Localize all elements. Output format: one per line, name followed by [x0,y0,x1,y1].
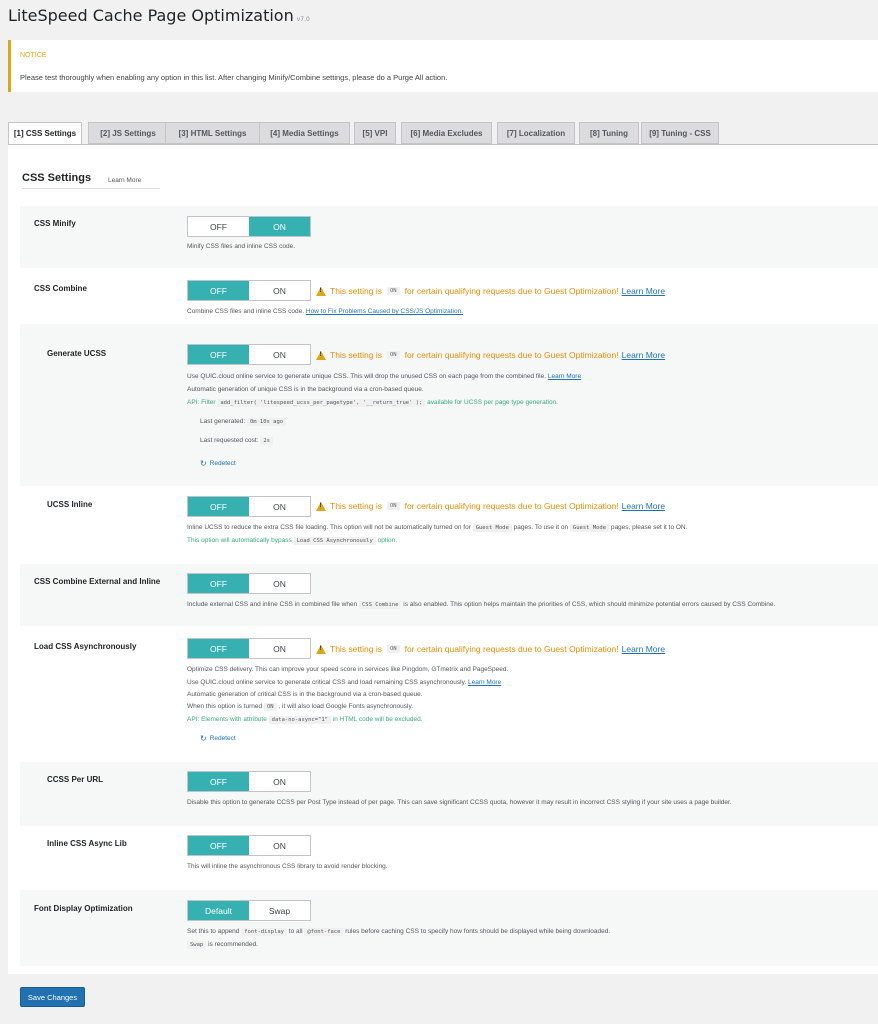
notice-box: NOTICE Please test thoroughly when enabl… [8,40,878,92]
load-css-async-desc-1: Optimize CSS delivery. This can improve … [187,666,509,673]
ucss-inline-learn-more[interactable]: Learn More [622,501,665,511]
generate-ucss-learn-more-link[interactable]: Learn More [548,373,581,380]
css-combine-ext-off[interactable]: OFF [188,574,249,593]
css-combine-warning: This setting isONfor certain qualifying … [316,286,665,296]
ccss-redetect-button[interactable]: ↻ Redetect [200,734,236,743]
generate-ucss-on[interactable]: ON [249,345,310,364]
page-title: LiteSpeed Cache Page Optimization v7.0 [8,6,310,25]
tab-tuning-css[interactable]: [9] Tuning - CSS [641,122,719,144]
tab-css-settings[interactable]: [1] CSS Settings [8,122,82,145]
css-minify-label: CSS Minify [34,219,76,228]
load-css-async-warning: This setting isONfor certain qualifying … [316,644,665,654]
warning-icon [316,644,326,654]
css-combine-desc: Combine CSS files and inline CSS code. H… [187,308,464,315]
section-underline [22,188,160,189]
css-combine-off[interactable]: OFF [188,281,249,300]
tab-localization[interactable]: [7] Localization [497,122,575,144]
load-css-async-off[interactable]: OFF [188,639,249,658]
css-minify-toggle[interactable]: OFF ON [187,216,311,237]
section-learn-more-link[interactable]: Learn More [108,177,141,184]
css-combine-ext-desc: Include external CSS and inline CSS in c… [187,601,776,609]
tab-media-settings[interactable]: [4] Media Settings [259,122,350,144]
generate-ucss-api: API: Filter add_filter( 'litespeed_ucss_… [187,399,558,407]
generate-ucss-desc-2: Automatic generation of unique CSS is in… [187,386,424,393]
ucss-inline-on[interactable]: ON [249,497,310,516]
inline-css-async-off[interactable]: OFF [188,836,249,855]
load-css-async-desc-4: When this option is turned ON , it will … [187,703,414,711]
ucss-inline-toggle[interactable]: OFF ON [187,496,311,517]
css-combine-ext-on[interactable]: ON [249,574,310,593]
save-changes-button[interactable]: Save Changes [20,987,85,1007]
tab-tuning[interactable]: [8] Tuning [579,122,639,144]
ucss-redetect-button[interactable]: ↻ Redetect [200,459,236,468]
css-combine-toggle[interactable]: OFF ON [187,280,311,301]
load-css-async-toggle[interactable]: OFF ON [187,638,311,659]
css-combine-label: CSS Combine [34,284,87,293]
inline-css-async-label: Inline CSS Async Lib [47,839,127,848]
load-css-async-learn-more[interactable]: Learn More [622,644,665,654]
ucss-inline-desc-1: Inline UCSS to reduce the extra CSS file… [187,524,688,532]
inline-css-async-desc: This will inline the asynchronous CSS li… [187,863,388,870]
refresh-icon: ↻ [200,734,207,743]
generate-ucss-desc-1: Use QUIC.cloud online service to generat… [187,373,582,380]
ccss-per-url-toggle[interactable]: OFF ON [187,771,311,792]
ucss-inline-off[interactable]: OFF [188,497,249,516]
css-combine-fix-link[interactable]: How to Fix Problems Caused by CSS/JS Opt… [306,308,463,315]
css-minify-off[interactable]: OFF [188,217,249,236]
row-css-minify [20,206,878,268]
tab-html-settings[interactable]: [3] HTML Settings [165,122,260,144]
refresh-icon: ↻ [200,459,207,468]
tab-js-settings[interactable]: [2] JS Settings [88,122,168,144]
row-css-combine-ext [20,564,878,626]
font-display-desc-2: Swap is recommended. [187,941,258,949]
tab-media-excludes[interactable]: [6] Media Excludes [401,122,492,144]
css-minify-desc: Minify CSS files and inline CSS code. [187,243,296,250]
load-css-async-api: API: Elements with attribute data-no-asy… [187,716,423,724]
ccss-per-url-label: CCSS Per URL [47,775,104,784]
notice-title: NOTICE [20,52,47,59]
ucss-inline-desc-2: This option will automatically bypass Lo… [187,537,398,545]
generate-ucss-warning: This setting isONfor certain qualifying … [316,350,665,360]
generate-ucss-learn-more[interactable]: Learn More [622,350,665,360]
ucss-last-cost: Last requested cost: 2s [200,437,273,445]
warning-icon [316,501,326,511]
ucss-last-generated: Last generated: 0m 10s ago [200,418,287,426]
version-label: v7.0 [296,16,310,23]
ucss-inline-warning: This setting isONfor certain qualifying … [316,501,665,511]
css-combine-on[interactable]: ON [249,281,310,300]
generate-ucss-off[interactable]: OFF [188,345,249,364]
generate-ucss-label: Generate UCSS [47,349,107,358]
css-minify-on[interactable]: ON [249,217,310,236]
load-css-async-desc-3: Automatic generation of critical CSS is … [187,691,423,698]
font-display-label: Font Display Optimization [34,904,133,913]
ccss-per-url-on[interactable]: ON [249,772,310,791]
row-inline-css-async [20,826,878,890]
ccss-per-url-off[interactable]: OFF [188,772,249,791]
row-ccss-per-url [20,762,878,826]
inline-css-async-toggle[interactable]: OFF ON [187,835,311,856]
generate-ucss-toggle[interactable]: OFF ON [187,344,311,365]
warning-icon [316,286,326,296]
css-combine-ext-toggle[interactable]: OFF ON [187,573,311,594]
font-display-desc-1: Set this to append font-display to all @… [187,928,611,936]
inline-css-async-on[interactable]: ON [249,836,310,855]
ucss-inline-label: UCSS Inline [47,500,93,509]
css-combine-ext-label: CSS Combine External and Inline [34,577,161,586]
font-display-default[interactable]: Default [188,901,249,920]
load-css-async-learn-more-link[interactable]: Learn More [468,679,501,686]
font-display-toggle[interactable]: Default Swap [187,900,311,921]
tab-vpi[interactable]: [5] VPI [354,122,396,144]
font-display-swap[interactable]: Swap [249,901,310,920]
load-css-async-on[interactable]: ON [249,639,310,658]
row-css-combine [20,268,878,324]
load-css-async-label: Load CSS Asynchronously [34,642,137,651]
warning-icon [316,350,326,360]
ccss-per-url-desc: Disable this option to generate CCSS per… [187,799,732,806]
css-combine-learn-more[interactable]: Learn More [622,286,665,296]
section-title: CSS Settings [22,172,92,184]
notice-message: Please test thoroughly when enabling any… [20,73,448,82]
load-css-async-desc-2: Use QUIC.cloud online service to generat… [187,679,502,686]
